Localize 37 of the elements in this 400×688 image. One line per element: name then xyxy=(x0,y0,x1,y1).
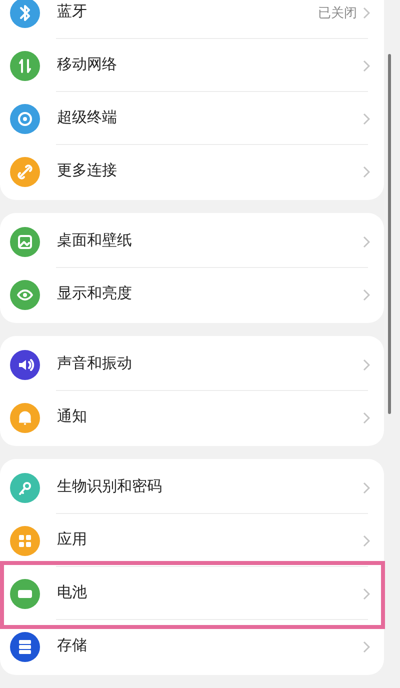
row-label: 电池 xyxy=(57,583,87,604)
settings-row[interactable]: 移动网络 xyxy=(0,39,384,92)
settings-row[interactable]: 通知 xyxy=(0,391,384,444)
chevron-icon xyxy=(363,60,370,72)
row-value: 已关闭 xyxy=(318,4,357,22)
chevron-icon xyxy=(363,166,370,178)
row-label: 声音和振动 xyxy=(57,354,132,374)
row-label: 更多连接 xyxy=(57,161,117,182)
row-label: 存储 xyxy=(57,636,87,656)
settings-row[interactable]: 超级终端 xyxy=(0,92,384,145)
chevron-icon xyxy=(363,112,370,124)
chevron-icon xyxy=(363,6,370,18)
chevron-icon xyxy=(363,640,370,652)
settings-row[interactable]: 存储 xyxy=(0,620,384,673)
settings-row[interactable]: 应用 xyxy=(0,514,384,567)
settings-row[interactable]: 蓝牙 已关闭 xyxy=(0,0,384,39)
row-label: 显示和亮度 xyxy=(57,284,132,304)
chevron-icon xyxy=(363,236,370,248)
row-label: 蓝牙 xyxy=(57,2,87,22)
chevron-icon xyxy=(363,588,370,600)
settings-row[interactable]: 电池 xyxy=(0,567,384,620)
row-label: 桌面和壁纸 xyxy=(57,231,132,252)
chevron-icon xyxy=(363,482,370,494)
chevron-icon xyxy=(363,358,370,370)
settings-row[interactable]: 桌面和壁纸 xyxy=(0,215,384,268)
chevron-icon xyxy=(363,288,370,300)
row-label: 超级终端 xyxy=(57,108,117,128)
chevron-icon xyxy=(363,534,370,546)
row-label: 应用 xyxy=(57,530,87,550)
settings-row[interactable]: 显示和亮度 xyxy=(0,268,384,321)
row-label: 生物识别和密码 xyxy=(57,477,162,498)
chevron-icon xyxy=(363,412,370,424)
settings-row[interactable]: 声音和振动 xyxy=(0,338,384,391)
settings-row[interactable]: 更多连接 xyxy=(0,145,384,198)
settings-row[interactable]: 生物识别和密码 xyxy=(0,461,384,514)
row-label: 移动网络 xyxy=(57,55,117,76)
row-label: 通知 xyxy=(57,407,87,428)
